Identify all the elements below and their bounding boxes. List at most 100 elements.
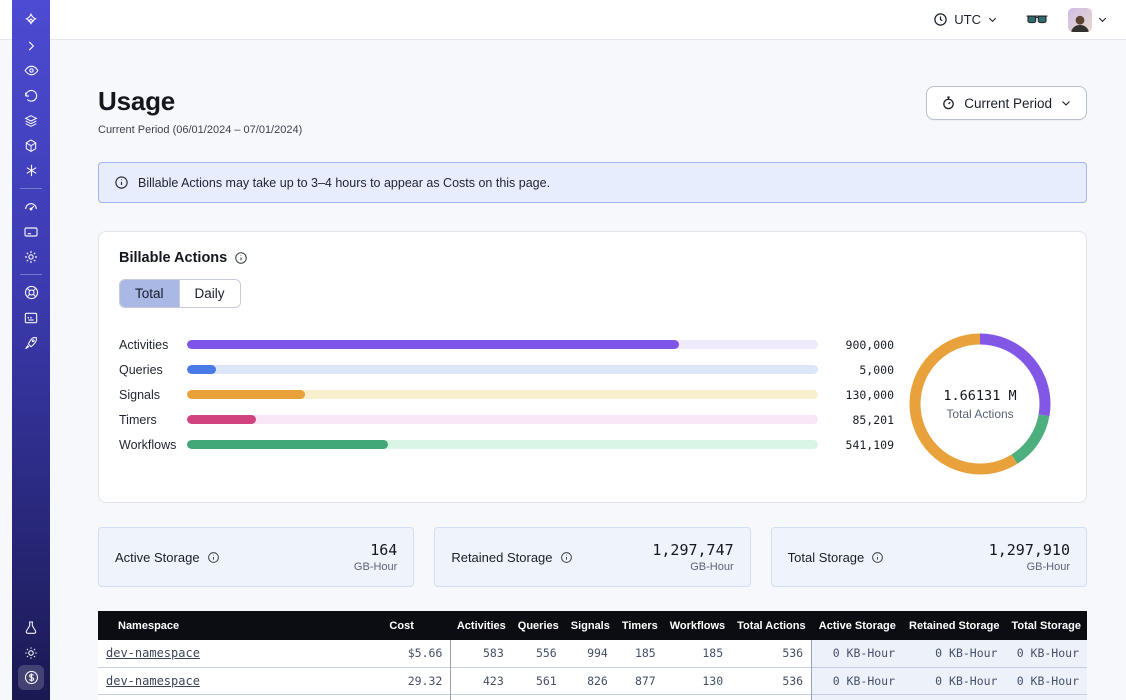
total-storage-value: 1,297,910 xyxy=(989,541,1070,559)
tab-total[interactable]: Total xyxy=(120,280,179,307)
cost-cell: $5.66 xyxy=(352,640,450,667)
gauge-icon[interactable] xyxy=(18,194,44,219)
namespace-cell: dev-namespace xyxy=(98,640,352,667)
bar-row-workflows: Workflows 541,109 xyxy=(119,432,894,457)
dollar-icon[interactable] xyxy=(18,665,44,690)
namespace-link[interactable]: dev-namespace xyxy=(106,646,200,660)
bar-label: Queries xyxy=(119,363,187,377)
top-bar: UTC xyxy=(0,0,1126,40)
active-storage-unit: GB-Hour xyxy=(354,561,397,573)
asterisk-icon[interactable] xyxy=(18,158,44,183)
period-selector-button[interactable]: Current Period xyxy=(926,86,1087,120)
flask-icon[interactable] xyxy=(18,615,44,640)
chevron-right-icon[interactable] xyxy=(18,33,44,58)
active-storage-cell: 0 KB-Hour xyxy=(812,640,903,667)
column-header-total-actions: Total Actions xyxy=(731,611,811,640)
column-header-namespace: Namespace xyxy=(98,611,352,640)
eye-icon[interactable] xyxy=(18,58,44,83)
active-storage-cell: 0 KB-Hour xyxy=(812,694,903,700)
bar-value: 85,201 xyxy=(832,413,894,427)
temporal-logo[interactable] xyxy=(18,8,44,33)
total-actions-donut: 1.66131 M Total Actions xyxy=(904,328,1056,480)
table-body: dev-namespace$5.665835569941851855360 KB… xyxy=(98,640,1087,700)
bar-value: 5,000 xyxy=(832,363,894,377)
info-icon[interactable] xyxy=(560,551,573,564)
queries-cell: 536 xyxy=(512,694,565,700)
lifebuoy-icon[interactable] xyxy=(18,280,44,305)
total-storage-cell: 0 KB-Hour xyxy=(1005,694,1087,700)
total-storage-unit: GB-Hour xyxy=(989,561,1070,573)
table-row: dev-namespace29.324235618268771305360 KB… xyxy=(98,667,1087,694)
retained-storage-label: Retained Storage xyxy=(451,550,552,565)
bar-fill xyxy=(187,340,679,349)
layers-icon[interactable] xyxy=(18,108,44,133)
timers-cell: 185 xyxy=(616,640,664,667)
bar-row-signals: Signals130,000 xyxy=(119,382,894,407)
column-header-active-storage: Active Storage xyxy=(812,611,903,640)
sidebar-divider xyxy=(20,188,42,189)
workflows-cell: 600 xyxy=(664,694,731,700)
sun-icon[interactable] xyxy=(18,640,44,665)
total-daily-toggle: Total Daily xyxy=(119,279,241,308)
history-icon[interactable] xyxy=(18,83,44,108)
bar-label: Workflows xyxy=(119,438,187,452)
timezone-selector[interactable]: UTC xyxy=(927,8,1004,31)
column-header-total-storage: Total Storage xyxy=(1005,611,1087,640)
cost-cell: $3.35 xyxy=(352,694,450,700)
activities-cell: 583 xyxy=(451,640,512,667)
stopwatch-icon xyxy=(941,95,956,111)
namespace-link[interactable]: dev-namespace xyxy=(106,674,200,688)
signals-cell: 826 xyxy=(565,667,616,694)
column-header-signals: Signals xyxy=(565,611,616,640)
info-icon[interactable] xyxy=(234,251,248,265)
retained-storage-unit: GB-Hour xyxy=(652,561,733,573)
donut-zone: 1.66131 M Total Actions xyxy=(894,328,1066,480)
bar-fill xyxy=(187,390,305,399)
namespace-usage-table: NamespaceCostActivitiesQueriesSignalsTim… xyxy=(98,611,1087,700)
retained-storage-cell: 0 KB-Hour xyxy=(903,667,1005,694)
retained-storage-card: Retained Storage 1,297,747 GB-Hour xyxy=(434,527,750,587)
tab-daily[interactable]: Daily xyxy=(179,280,240,307)
storage-summary-row: Active Storage 164 GB-Hour Retained Stor… xyxy=(98,527,1087,587)
bar-row-queries: Queries 5,000 xyxy=(119,357,894,382)
gear-icon[interactable] xyxy=(18,244,44,269)
total-actions-value: 1.66131 M xyxy=(943,388,1016,404)
chevron-down-icon xyxy=(1060,97,1072,109)
timers-cell: 877 xyxy=(616,667,664,694)
active-storage-cell: 0 KB-Hour xyxy=(812,667,903,694)
billable-actions-card: Billable Actions Total Daily Activities9… xyxy=(98,231,1087,503)
total-storage-card: Total Storage 1,297,910 GB-Hour xyxy=(771,527,1087,587)
avatar xyxy=(1068,8,1092,32)
table-header-row: NamespaceCostActivitiesQueriesSignalsTim… xyxy=(98,611,1087,640)
active-storage-card: Active Storage 164 GB-Hour xyxy=(98,527,414,587)
info-banner: Billable Actions may take up to 3–4 hour… xyxy=(98,162,1087,203)
timers-cell: 816 xyxy=(616,694,664,700)
cube-icon[interactable] xyxy=(18,133,44,158)
table-row: dev-namespace$5.665835569941851855360 KB… xyxy=(98,640,1087,667)
namespace-cell: dev-namespace xyxy=(98,694,352,700)
rocket-icon[interactable] xyxy=(18,330,44,355)
chevron-down-icon xyxy=(1097,14,1108,25)
active-storage-value: 164 xyxy=(354,541,397,559)
clock-icon xyxy=(933,12,948,27)
billable-actions-chart: Activities900,000Queries5,000Signals130,… xyxy=(119,328,1066,480)
card-icon[interactable] xyxy=(18,219,44,244)
billable-actions-title: Billable Actions xyxy=(119,250,227,266)
bar-fill xyxy=(187,415,256,424)
total-storage-label: Total Storage xyxy=(788,550,865,565)
terminal-icon[interactable] xyxy=(18,305,44,330)
account-menu[interactable] xyxy=(1068,8,1108,32)
main-content: Usage Current Period (06/01/2024 – 07/01… xyxy=(50,40,1126,700)
actions-bar-chart: Activities900,000Queries5,000Signals130,… xyxy=(119,328,894,480)
usage-dashboard: { "topbar": { "timezone": "UTC", "icons"… xyxy=(0,0,1126,700)
bar-value: 541,109 xyxy=(832,438,894,452)
retained-storage-cell: 0 KB-Hour xyxy=(903,694,1005,700)
info-icon[interactable] xyxy=(871,551,884,564)
total-storage-cell: 0 KB-Hour xyxy=(1005,640,1087,667)
info-icon xyxy=(114,175,129,190)
info-icon[interactable] xyxy=(207,551,220,564)
bar-fill xyxy=(187,440,388,449)
namespace-cell: dev-namespace xyxy=(98,667,352,694)
sunglasses-icon[interactable] xyxy=(1026,12,1048,28)
bar-track xyxy=(187,340,818,349)
